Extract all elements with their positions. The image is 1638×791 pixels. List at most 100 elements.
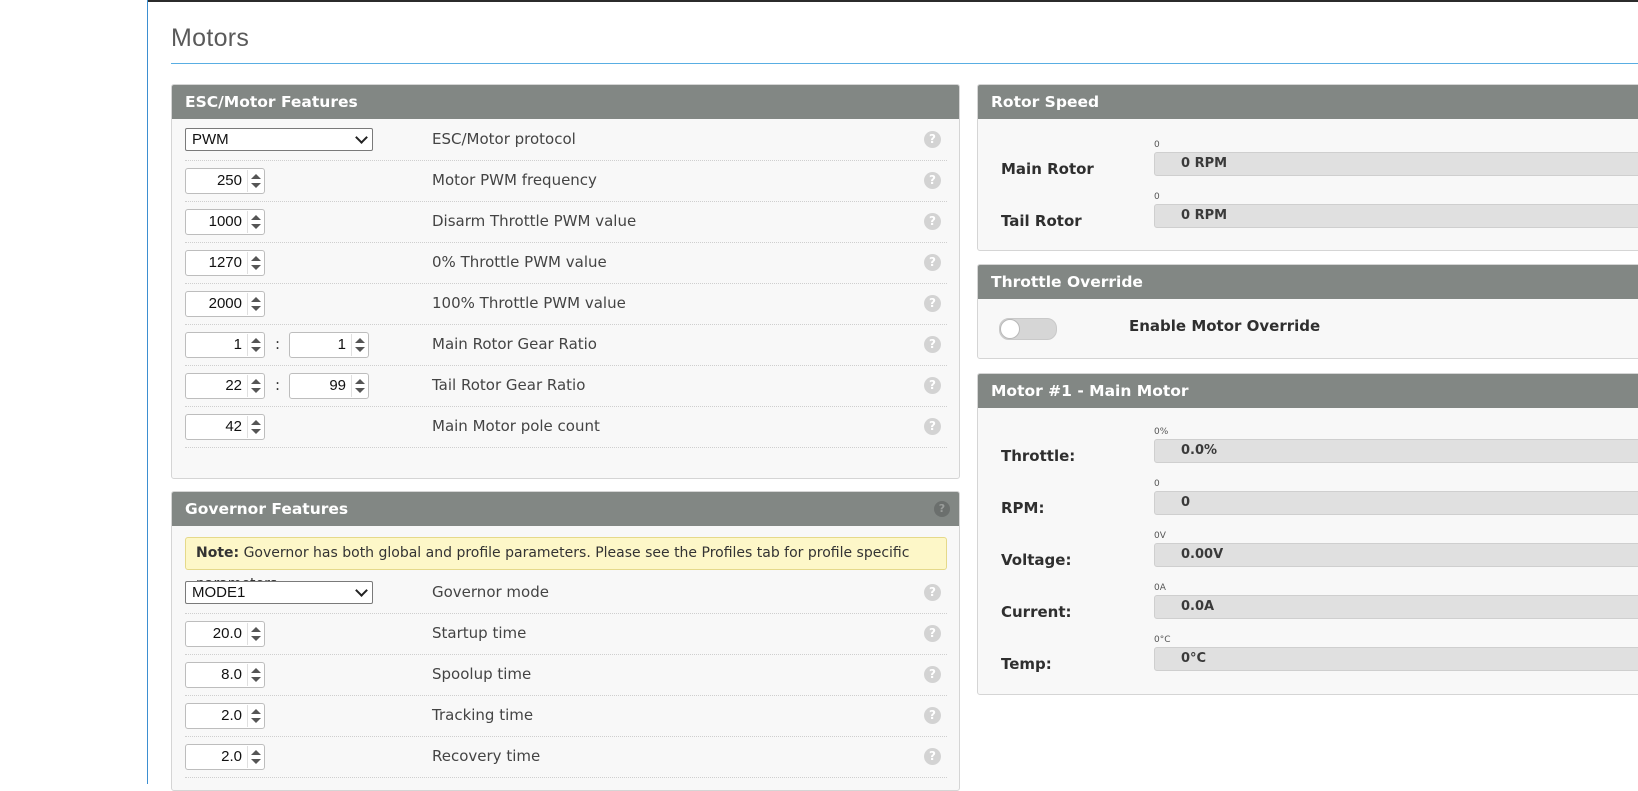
spinner-arrows-icon[interactable] <box>247 170 263 192</box>
spinner-arrows-icon[interactable] <box>351 334 367 356</box>
help-icon[interactable]: ? <box>924 666 941 683</box>
motor-rpm-row: RPM: 0 0 <box>1001 479 1638 531</box>
help-icon[interactable]: ? <box>924 748 941 765</box>
esc-protocol-label: ESC/Motor protocol <box>432 130 576 148</box>
main-rotor-speed-row: Main Rotor 0 0 RPM <box>1001 140 1638 192</box>
spinner-arrows-icon[interactable] <box>247 623 263 645</box>
startup-time-input[interactable]: 20.0 <box>185 621 265 647</box>
voltage-bar-min: 0V <box>1154 531 1166 541</box>
tail-rotor-speed-row: Tail Rotor 0 0 RPM <box>1001 192 1638 244</box>
spinner-arrows-icon[interactable] <box>247 664 263 686</box>
spinner-arrows-icon[interactable] <box>247 705 263 727</box>
governor-features-panel: Governor Features ? Note: Governor has b… <box>171 491 960 791</box>
help-icon[interactable]: ? <box>924 707 941 724</box>
help-icon[interactable]: ? <box>924 336 941 353</box>
main-rotor-label: Main Rotor <box>1001 160 1094 178</box>
main-motor-pole-count-label: Main Motor pole count <box>432 417 600 435</box>
recovery-time-label: Recovery time <box>432 747 541 765</box>
enable-motor-override-toggle[interactable] <box>999 318 1057 340</box>
tracking-time-label: Tracking time <box>432 706 534 724</box>
throttle-bar: 0.0% <box>1154 439 1638 463</box>
full-throttle-label: 100% Throttle PWM value <box>432 294 626 312</box>
governor-note: Note: Governor has both global and profi… <box>185 537 947 592</box>
disarm-throttle-row: 1000 Disarm Throttle PWM value ? <box>185 201 947 243</box>
spinner-arrows-icon[interactable] <box>247 416 263 438</box>
governor-mode-row: MODE1 Governor mode ? <box>185 572 947 614</box>
spinner-arrows-icon[interactable] <box>247 293 263 315</box>
tail-rotor-gear-input-1[interactable]: 22 <box>185 373 265 399</box>
motor-1-panel: Motor #1 - Main Motor Throttle: 0% 0.0% … <box>977 373 1638 695</box>
left-margin <box>0 0 147 784</box>
disarm-throttle-input[interactable]: 1000 <box>185 209 265 235</box>
temp-label: Temp: <box>1001 655 1052 673</box>
esc-protocol-row: PWM ESC/Motor protocol ? <box>185 119 947 161</box>
tail-rotor-gear-ratio-row: 22 : 99 Tail Rotor Gear Ratio ? <box>185 365 947 407</box>
main-rotor-gear-input-2[interactable]: 1 <box>289 332 369 358</box>
spinner-arrows-icon[interactable] <box>247 375 263 397</box>
help-icon[interactable]: ? <box>924 377 941 394</box>
spinner-arrows-icon[interactable] <box>247 211 263 233</box>
spoolup-time-row: 8.0 Spoolup time ? <box>185 654 947 696</box>
governor-features-header: Governor Features ? <box>172 492 959 526</box>
title-divider <box>171 63 1638 64</box>
spoolup-time-input[interactable]: 8.0 <box>185 662 265 688</box>
full-throttle-row: 2000 100% Throttle PWM value ? <box>185 283 947 325</box>
rotor-speed-header: Rotor Speed <box>978 85 1638 119</box>
rpm-label: RPM: <box>1001 499 1045 517</box>
main-motor-pole-count-input[interactable]: 42 <box>185 414 265 440</box>
throttle-label: Throttle: <box>1001 447 1076 465</box>
motor-pwm-frequency-label: Motor PWM frequency <box>432 171 597 189</box>
ratio-separator: : <box>275 335 281 353</box>
help-icon[interactable]: ? <box>924 625 941 642</box>
spinner-arrows-icon[interactable] <box>247 252 263 274</box>
help-icon[interactable]: ? <box>924 254 941 271</box>
motor-current-row: Current: 0A 0.0A <box>1001 583 1638 635</box>
main-motor-pole-count-row: 42 Main Motor pole count ? <box>185 406 947 448</box>
help-icon[interactable]: ? <box>924 584 941 601</box>
zero-throttle-input[interactable]: 1270 <box>185 250 265 276</box>
motor-temp-row: Temp: 0°C 0°C <box>1001 635 1638 687</box>
current-bar: 0.0A <box>1154 595 1638 619</box>
full-throttle-input[interactable]: 2000 <box>185 291 265 317</box>
recovery-time-row: 2.0 Recovery time ? <box>185 736 947 778</box>
main-rotor-gear-input-1[interactable]: 1 <box>185 332 265 358</box>
disarm-throttle-label: Disarm Throttle PWM value <box>432 212 637 230</box>
rpm-bar: 0 <box>1154 491 1638 515</box>
tail-rotor-gear-ratio-label: Tail Rotor Gear Ratio <box>432 376 586 394</box>
top-border <box>148 0 1638 2</box>
ratio-separator: : <box>275 376 281 394</box>
throttle-override-panel: Throttle Override Enable Motor Override <box>977 264 1638 359</box>
tracking-time-input[interactable]: 2.0 <box>185 703 265 729</box>
spinner-arrows-icon[interactable] <box>247 746 263 768</box>
tail-rotor-label: Tail Rotor <box>1001 212 1082 230</box>
governor-mode-label: Governor mode <box>432 583 549 601</box>
esc-motor-features-panel: ESC/Motor Features PWM ESC/Motor protoco… <box>171 84 960 479</box>
current-bar-min: 0A <box>1154 583 1166 593</box>
main-rotor-bar-min: 0 <box>1154 140 1160 150</box>
help-icon[interactable]: ? <box>924 131 941 148</box>
help-icon[interactable]: ? <box>924 213 941 230</box>
motor-1-header: Motor #1 - Main Motor <box>978 374 1638 408</box>
motor-pwm-frequency-input[interactable]: 250 <box>185 168 265 194</box>
rpm-bar-min: 0 <box>1154 479 1160 489</box>
governor-mode-select[interactable]: MODE1 <box>185 581 373 604</box>
recovery-time-input[interactable]: 2.0 <box>185 744 265 770</box>
spinner-arrows-icon[interactable] <box>351 375 367 397</box>
help-icon[interactable]: ? <box>924 295 941 312</box>
zero-throttle-row: 1270 0% Throttle PWM value ? <box>185 242 947 284</box>
main-rotor-gear-ratio-label: Main Rotor Gear Ratio <box>432 335 597 353</box>
main-rotor-gear-ratio-row: 1 : 1 Main Rotor Gear Ratio ? <box>185 324 947 366</box>
zero-throttle-label: 0% Throttle PWM value <box>432 253 607 271</box>
help-icon[interactable]: ? <box>924 418 941 435</box>
tail-rotor-gear-input-2[interactable]: 99 <box>289 373 369 399</box>
esc-protocol-select[interactable]: PWM <box>185 128 373 151</box>
spinner-arrows-icon[interactable] <box>247 334 263 356</box>
temp-bar-min: 0°C <box>1154 635 1171 645</box>
help-icon[interactable]: ? <box>924 172 941 189</box>
chevron-down-icon <box>355 584 368 597</box>
throttle-override-header: Throttle Override <box>978 265 1638 299</box>
chevron-down-icon <box>355 131 368 144</box>
content-left-border <box>147 0 148 784</box>
enable-motor-override-label: Enable Motor Override <box>1129 317 1321 335</box>
help-icon[interactable]: ? <box>934 501 950 517</box>
